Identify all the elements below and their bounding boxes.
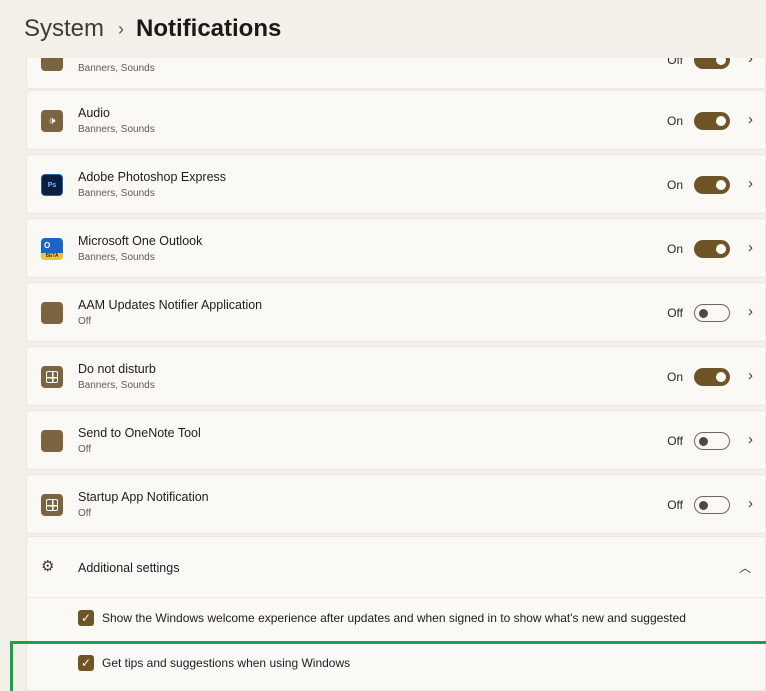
app-row-title: Microsoft One Outlook — [78, 234, 203, 248]
welcome-experience-label: Show the Windows welcome experience afte… — [102, 611, 686, 625]
app-icon — [41, 302, 63, 324]
app-row-microsoft-one-outlook[interactable]: O BETA Microsoft One Outlook Banners, Sou… — [26, 218, 766, 278]
app-row-subtitle: Banners, Sounds — [78, 380, 155, 391]
additional-settings-section: ⚙ Additional settings ︿ ✓ Show the Windo… — [26, 536, 766, 691]
app-row-title: AAM Updates Notifier Application — [78, 298, 263, 312]
notification-toggle[interactable] — [694, 240, 730, 258]
app-icon — [41, 430, 63, 452]
app-row-subtitle: Banners, Sounds — [78, 188, 155, 199]
notification-toggle[interactable] — [694, 432, 730, 450]
chevron-right-icon[interactable]: › — [748, 175, 753, 192]
chevron-right-icon[interactable]: › — [748, 111, 753, 128]
chevron-right-icon[interactable]: › — [748, 239, 753, 256]
app-row-title: Send to OneNote Tool — [78, 426, 201, 440]
notification-toggle[interactable] — [694, 112, 730, 130]
grid-app-icon — [41, 366, 63, 388]
page-title: Notifications — [136, 15, 282, 42]
notification-toggle[interactable] — [694, 176, 730, 194]
app-row-subtitle: Off — [78, 316, 92, 327]
chevron-right-icon[interactable]: › — [748, 303, 753, 320]
app-row-adobe-photoshop-express[interactable]: Ps Adobe Photoshop Express Banners, Soun… — [26, 154, 766, 214]
app-row-state: Off — [667, 498, 683, 512]
app-row-state: Off — [667, 434, 683, 448]
notification-toggle[interactable] — [694, 496, 730, 514]
app-row-subtitle: Off — [78, 508, 92, 519]
photoshop-express-icon: Ps — [41, 174, 63, 196]
app-row-state: On — [666, 242, 683, 256]
app-row-subtitle: Banners, Sounds — [78, 252, 155, 263]
tips-suggestions-option[interactable]: ✓ Get tips and suggestions when using Wi… — [78, 655, 350, 671]
gears-icon: ⚙ — [41, 558, 55, 575]
app-row-subtitle: Banners, Sounds — [78, 63, 155, 74]
app-row-state: On — [666, 178, 683, 192]
notification-toggle[interactable] — [694, 368, 730, 386]
chevron-up-icon[interactable]: ︿ — [739, 559, 751, 576]
app-row-state: On — [666, 114, 683, 128]
chevron-right-icon[interactable]: › — [748, 431, 753, 448]
app-row-aam-updates-notifier[interactable]: AAM Updates Notifier Application Off Off… — [26, 282, 766, 342]
additional-settings-title: Additional settings — [78, 561, 180, 575]
audio-icon: 🕩 — [41, 110, 63, 132]
app-row-title: Startup App Notification — [78, 490, 209, 504]
app-row-send-to-onenote[interactable]: Send to OneNote Tool Off Off › — [26, 410, 766, 470]
app-row-audio[interactable]: 🕩 Audio Banners, Sounds On › — [26, 90, 766, 150]
app-row-do-not-disturb[interactable]: Do not disturb Banners, Sounds On › — [26, 346, 766, 406]
additional-settings-header[interactable]: ⚙ Additional settings ︿ — [27, 537, 765, 598]
tips-suggestions-label: Get tips and suggestions when using Wind… — [102, 656, 351, 670]
app-row-title: Do not disturb — [78, 362, 156, 376]
welcome-experience-option[interactable]: ✓ Show the Windows welcome experience af… — [78, 610, 686, 626]
welcome-experience-checkbox[interactable]: ✓ — [78, 610, 94, 626]
app-row-title: Adobe Photoshop Express — [78, 170, 227, 184]
app-row-startup-app-notification[interactable]: Startup App Notification Off Off › — [26, 474, 766, 534]
breadcrumb-system[interactable]: System — [24, 15, 104, 43]
chevron-right-icon[interactable]: › — [748, 367, 753, 384]
notification-toggle[interactable] — [694, 304, 730, 322]
outlook-beta-icon: O BETA — [41, 238, 63, 260]
app-row-subtitle: Off — [78, 444, 92, 455]
chevron-right-icon[interactable]: › — [748, 495, 753, 512]
app-row-state: Off — [667, 306, 683, 320]
grid-app-icon — [41, 494, 63, 516]
app-row-subtitle: Banners, Sounds — [78, 124, 155, 135]
tips-suggestions-checkbox[interactable]: ✓ — [78, 655, 94, 671]
breadcrumb-separator-icon: › — [118, 18, 125, 39]
app-row-title: Audio — [78, 106, 110, 120]
app-row-state: On — [666, 370, 683, 384]
page-header: System › Notifications — [0, 0, 766, 58]
notifications-settings-page: Banners, Sounds Off › 🕩 Audio Banners, S… — [0, 0, 766, 691]
